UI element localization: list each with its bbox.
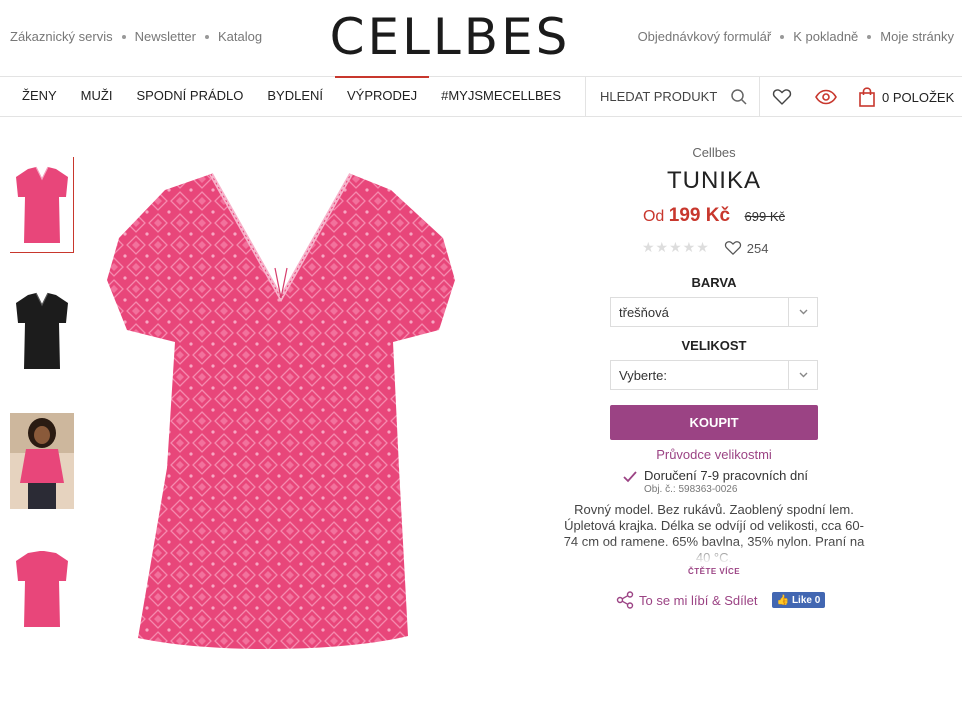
main-nav: ŽENY MUŽI SPODNÍ PRÁDLO BYDLENÍ VÝPRODEJ… — [0, 76, 962, 117]
delivery-time: Doručení 7-9 pracovních dní — [644, 468, 809, 483]
nav-item-zeny[interactable]: ŽENY — [10, 77, 69, 117]
product-image[interactable] — [103, 168, 463, 660]
size-label: VELIKOST — [681, 338, 747, 353]
favorite-heart-icon[interactable] — [724, 240, 742, 256]
search-icon[interactable] — [730, 88, 748, 106]
buy-button[interactable]: KOUPIT — [610, 405, 818, 440]
link-order-form[interactable]: Objednávkový formulář — [638, 29, 772, 44]
shopping-bag-icon — [859, 87, 875, 107]
chevron-down-icon — [788, 361, 817, 389]
thumbs-up-icon: 👍 — [776, 594, 789, 606]
color-label: BARVA — [691, 275, 737, 290]
order-number: Obj. č.: 598363-0026 — [644, 484, 738, 495]
top-bar: Zákaznický servis Newsletter Katalog CEL… — [0, 0, 962, 76]
thumbnail-list — [10, 157, 74, 669]
facebook-like-label: Like 0 — [791, 594, 821, 606]
wishlist-heart-icon[interactable] — [772, 88, 792, 106]
search-label: HLEDAT PRODUKT — [600, 89, 718, 104]
share-row: To se mi líbí & Sdílet 👍 Like 0 — [616, 591, 826, 609]
product-title: TUNIKA — [666, 167, 761, 194]
cart-button[interactable]: 0 POLOŽEK — [858, 87, 954, 107]
top-links-left: Zákaznický servis Newsletter Katalog — [10, 29, 262, 44]
logo[interactable]: CELLBES — [325, 8, 575, 66]
size-select-value: Vyberte: — [619, 368, 667, 383]
color-select[interactable]: třešňová — [610, 297, 818, 327]
separator-dot — [205, 34, 209, 39]
nav-items: ŽENY MUŽI SPODNÍ PRÁDLO BYDLENÍ VÝPRODEJ… — [10, 76, 573, 117]
nav-item-myjsmecellbes[interactable]: #MYJSMECELLBES — [429, 77, 573, 117]
nav-item-muzi[interactable]: MUŽI — [69, 77, 125, 117]
link-catalog[interactable]: Katalog — [218, 29, 262, 44]
thumbnail-model[interactable] — [10, 413, 74, 509]
price-old: 699 Kč — [744, 209, 785, 224]
color-select-value: třešňová — [619, 305, 669, 320]
cart-count: 0 POLOŽEK — [882, 89, 955, 105]
link-customer-service[interactable]: Zákaznický servis — [10, 29, 113, 44]
top-links-right: Objednávkový formulář K pokladně Moje st… — [638, 29, 954, 44]
description-fade — [560, 542, 868, 564]
star-rating[interactable]: ★★★★★ — [642, 240, 710, 256]
chevron-down-icon — [788, 298, 817, 326]
product-brand[interactable]: Cellbes — [560, 145, 868, 160]
thumbnail-black-front[interactable] — [10, 285, 74, 381]
nav-item-vyprodej[interactable]: VÝPRODEJ — [335, 76, 430, 117]
thumbnail-pink-back[interactable] — [10, 541, 74, 637]
size-select[interactable]: Vyberte: — [610, 360, 818, 390]
thumbnail-pink-front[interactable] — [10, 157, 74, 253]
size-guide-link[interactable]: Průvodce velikostmi — [560, 447, 868, 462]
separator-dot — [780, 34, 785, 39]
checkmark-icon — [623, 471, 637, 483]
link-newsletter[interactable]: Newsletter — [135, 29, 196, 44]
link-checkout[interactable]: K pokladně — [793, 29, 858, 44]
facebook-like-button[interactable]: 👍 Like 0 — [771, 592, 826, 608]
recently-viewed-eye-icon[interactable] — [815, 89, 837, 105]
separator-dot — [121, 34, 126, 39]
search-box[interactable]: HLEDAT PRODUKT — [585, 77, 760, 117]
nav-item-bydleni[interactable]: BYDLENÍ — [255, 77, 335, 117]
share-text[interactable]: To se mi líbí & Sdílet — [639, 593, 758, 608]
rating-row: ★★★★★ 254 — [642, 240, 768, 256]
price-current: 199 Kč — [668, 205, 731, 226]
separator-dot — [867, 34, 872, 39]
delivery-info: Doručení 7-9 pracovních dní Obj. č.: 598… — [622, 468, 808, 495]
favorites-count: 254 — [746, 240, 769, 256]
price-block: Od 199 Kč 699 Kč — [560, 205, 868, 227]
nav-item-spodni-pradlo[interactable]: SPODNÍ PRÁDLO — [124, 77, 255, 117]
link-my-pages[interactable]: Moje stránky — [880, 29, 954, 44]
read-more-link[interactable]: ČTĚTE VÍCE — [560, 567, 868, 576]
share-icon[interactable] — [616, 591, 634, 609]
price-from: Od — [642, 208, 665, 225]
